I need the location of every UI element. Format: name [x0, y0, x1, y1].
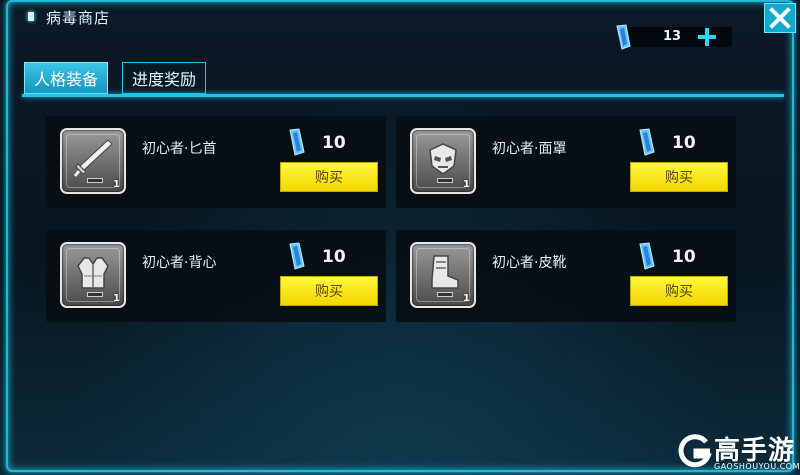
- tab-underline: [22, 94, 784, 97]
- logo-icon: [678, 434, 712, 468]
- currency-amount: 13: [662, 29, 682, 44]
- shop-item-mask: 1 初心者·面罩 10 购买: [396, 116, 736, 208]
- item-price: 10: [286, 128, 346, 160]
- item-count: 1: [463, 293, 470, 304]
- item-count: 1: [113, 293, 120, 304]
- crystal-icon: [639, 128, 655, 156]
- tab-personality-equipment[interactable]: 人格装备: [24, 62, 108, 94]
- crystal-icon: [616, 24, 631, 50]
- item-name: 初心者·皮靴: [492, 255, 567, 271]
- mask-icon: [429, 143, 457, 175]
- buy-button[interactable]: 购买: [280, 162, 378, 192]
- item-price: 10: [636, 128, 696, 160]
- item-count: 1: [463, 179, 470, 190]
- price-value: 10: [672, 133, 696, 153]
- crystal-icon: [289, 242, 305, 270]
- shop-item-boots: 1 初心者·皮靴 10 购买: [396, 230, 736, 322]
- item-name: 初心者·面罩: [492, 141, 567, 157]
- item-slot[interactable]: 1: [410, 128, 476, 194]
- plus-icon[interactable]: [696, 26, 718, 48]
- boot-icon: [431, 255, 459, 289]
- dagger-icon: [73, 139, 113, 177]
- shop-item-vest: 1 初心者·背心 10 购买: [46, 230, 386, 322]
- page-title: 病毒商店: [46, 9, 111, 27]
- price-value: 10: [672, 247, 696, 267]
- price-value: 10: [322, 247, 346, 267]
- close-icon: [769, 7, 791, 29]
- item-count: 1: [113, 179, 120, 190]
- watermark-logo: 高手游 GAOSHOUYOU.COM: [676, 428, 800, 474]
- tab-bar: 人格装备 进度奖励: [22, 62, 784, 102]
- item-name: 初心者·背心: [142, 255, 217, 271]
- item-name: 初心者·匕首: [142, 141, 217, 157]
- item-slot[interactable]: 1: [60, 242, 126, 308]
- item-slot[interactable]: 1: [410, 242, 476, 308]
- item-price: 10: [636, 242, 696, 274]
- item-slot[interactable]: 1: [60, 128, 126, 194]
- close-button[interactable]: [764, 3, 796, 33]
- currency-display: 13: [612, 24, 732, 50]
- item-price: 10: [286, 242, 346, 274]
- buy-button[interactable]: 购买: [280, 276, 378, 306]
- watermark-url: GAOSHOUYOU.COM: [714, 462, 800, 471]
- tab-progress-rewards[interactable]: 进度奖励: [122, 62, 206, 94]
- title-marker-icon: [28, 12, 34, 21]
- buy-button[interactable]: 购买: [630, 276, 728, 306]
- crystal-icon: [639, 242, 655, 270]
- crystal-icon: [289, 128, 305, 156]
- vest-icon: [77, 257, 109, 289]
- price-value: 10: [322, 133, 346, 153]
- buy-button[interactable]: 购买: [630, 162, 728, 192]
- shop-item-dagger: 1 初心者·匕首 10 购买: [46, 116, 386, 208]
